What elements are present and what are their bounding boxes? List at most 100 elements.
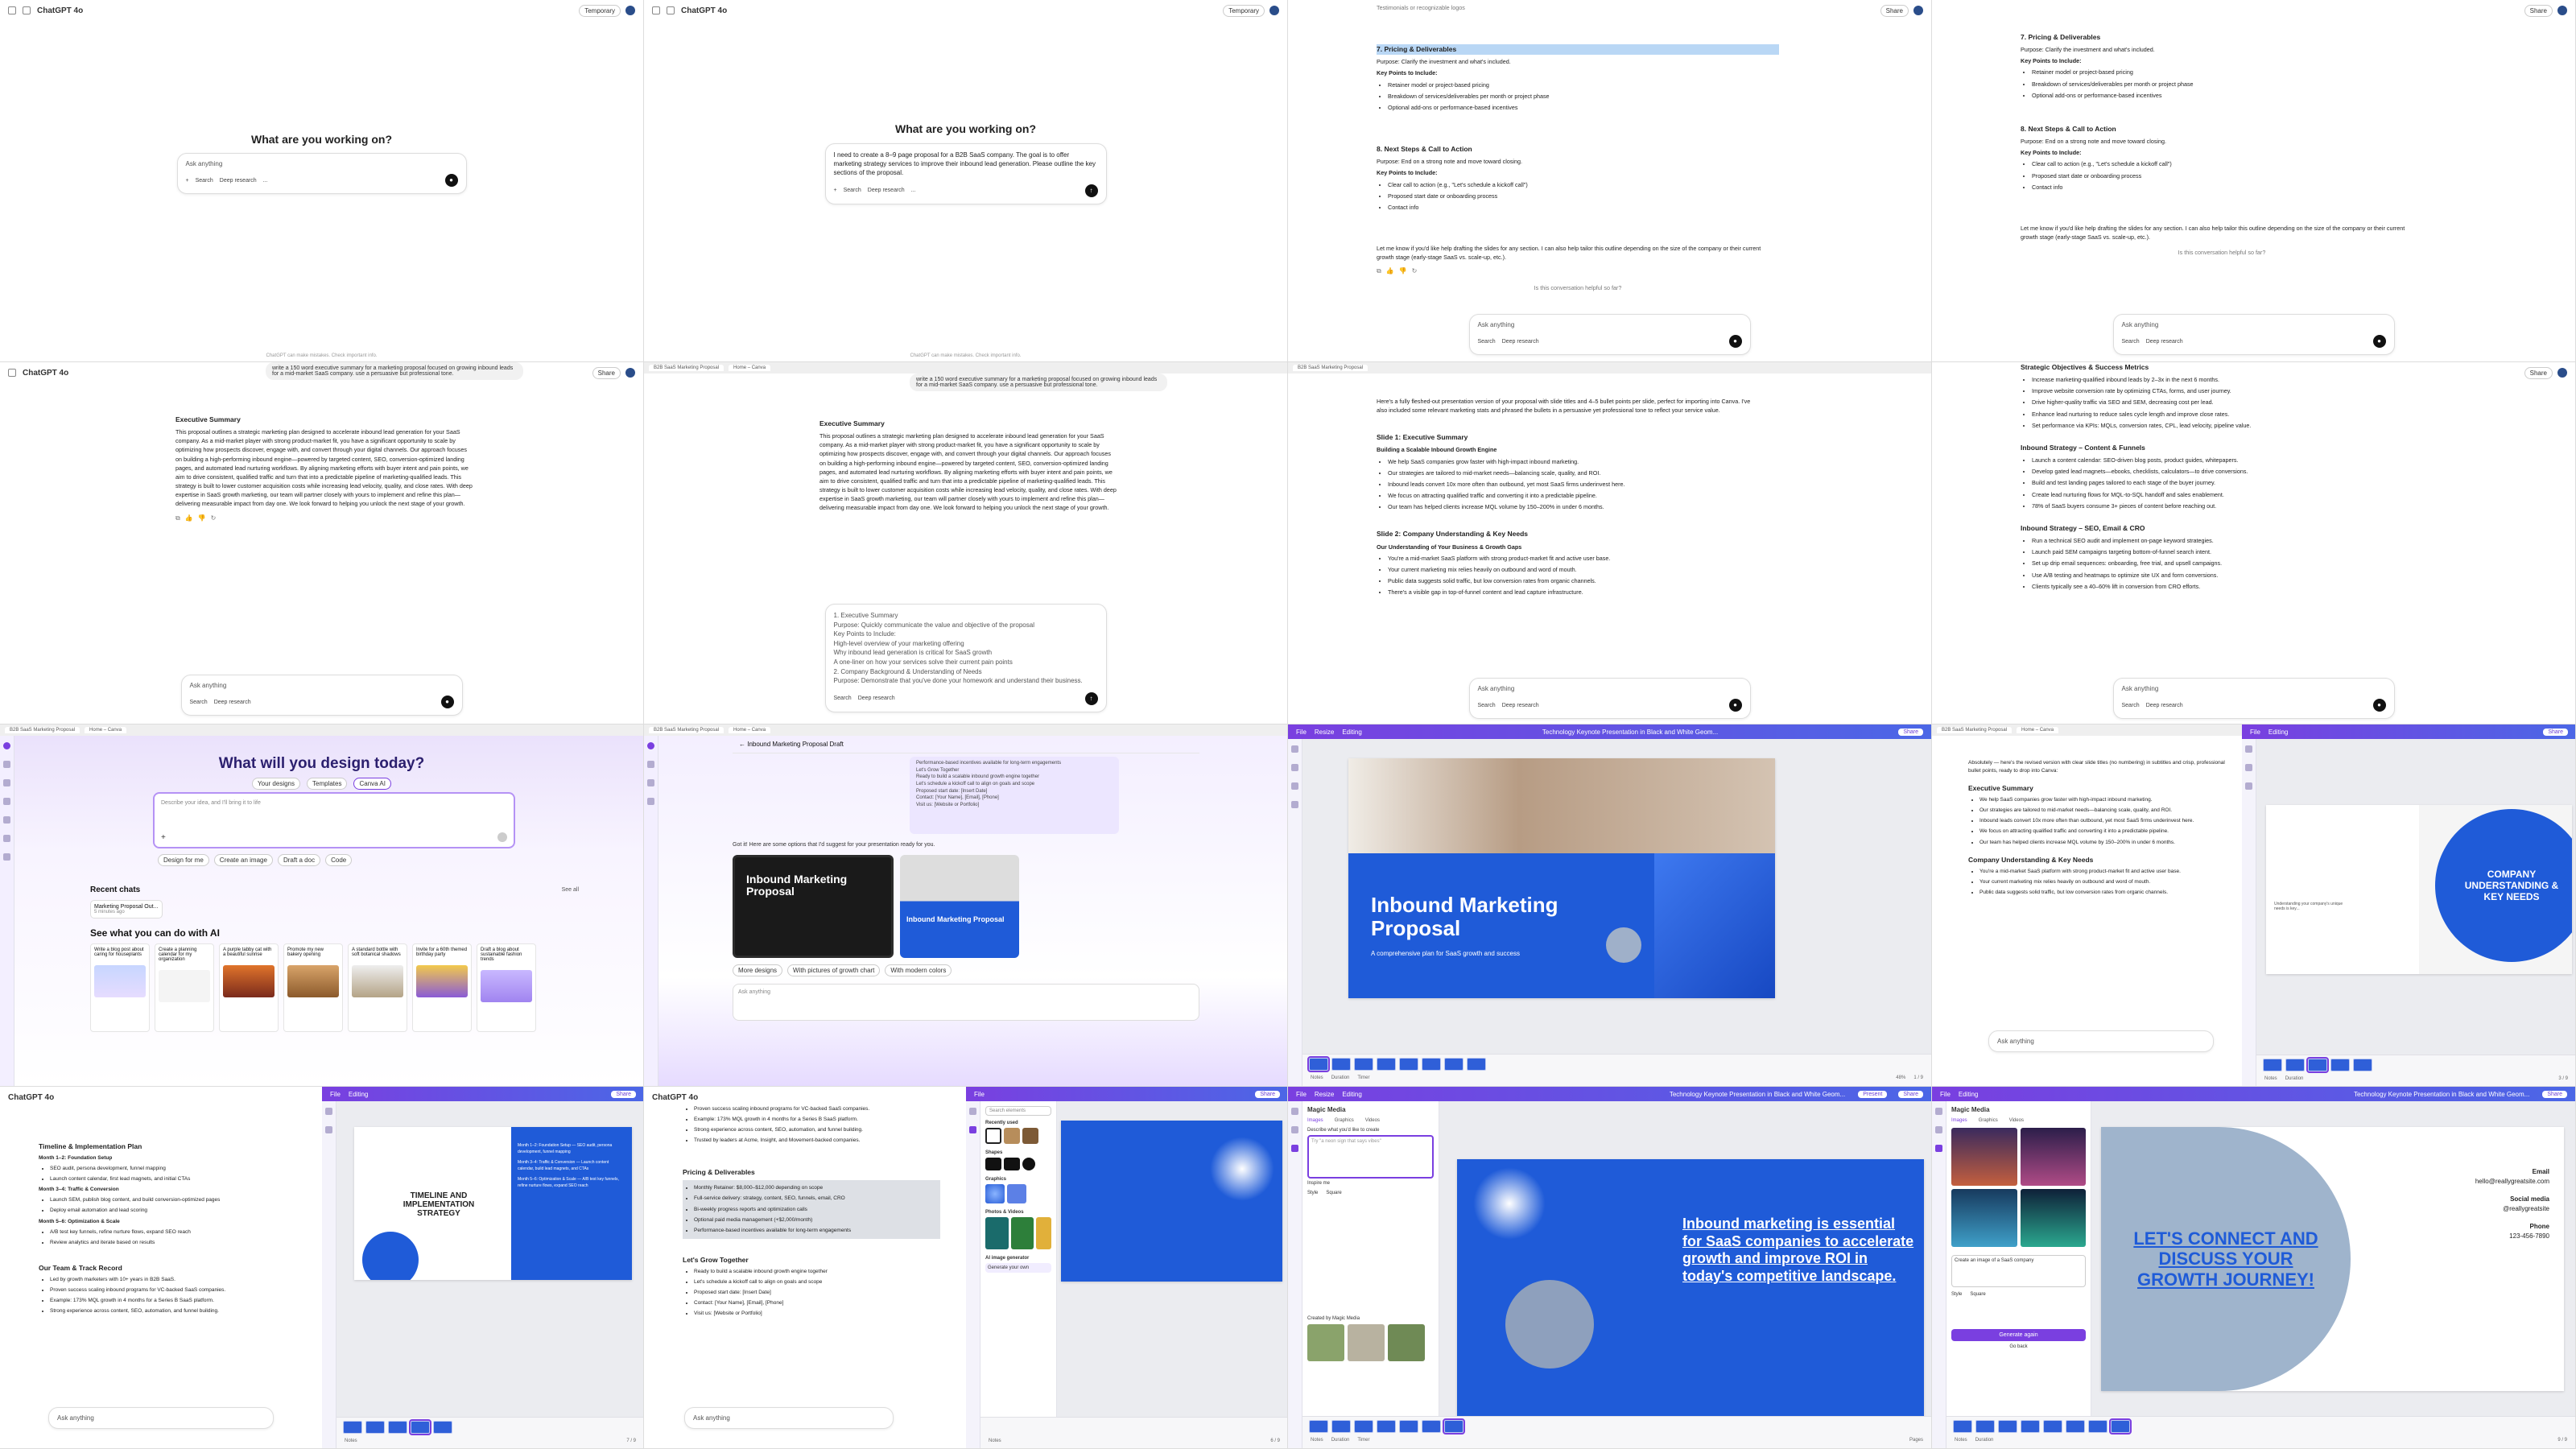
share-button[interactable]: Share — [2524, 366, 2553, 379]
style-select[interactable]: Style — [1951, 1292, 1962, 1297]
generate-again-button[interactable]: Generate again — [1951, 1329, 2086, 1341]
growth-chart-chip[interactable]: With pictures of growth chart — [787, 964, 881, 976]
style-select[interactable]: Style — [1307, 1191, 1318, 1195]
share-button[interactable]: Share — [1880, 4, 1909, 17]
more-tools-button[interactable]: ... — [911, 188, 916, 193]
chat-input[interactable]: I need to create a 8–9 page proposal for… — [834, 151, 1098, 178]
page-thumb[interactable] — [343, 1421, 362, 1434]
notes-button[interactable]: Notes — [989, 1439, 1001, 1443]
voice-icon[interactable]: ● — [2372, 699, 2386, 712]
deep-research-button[interactable]: Deep research — [214, 700, 251, 705]
chip-canva-ai[interactable]: Canva AI — [353, 778, 391, 790]
page-thumb[interactable] — [2088, 1420, 2107, 1433]
design-icon[interactable] — [1291, 745, 1298, 753]
tab-images[interactable]: Images — [1307, 1118, 1323, 1123]
page-counter[interactable]: 6 / 9 — [1270, 1439, 1280, 1443]
go-back-button[interactable]: Go back — [1951, 1344, 2086, 1349]
page-thumb[interactable] — [2285, 1059, 2305, 1071]
page-thumb[interactable] — [1998, 1420, 2017, 1433]
attach-icon[interactable]: + — [186, 178, 189, 184]
voice-icon[interactable]: ● — [2372, 335, 2386, 348]
suggestion-card[interactable]: Draft a blog about sustainable fashion t… — [477, 943, 536, 1032]
photo-item[interactable] — [985, 1217, 1009, 1249]
generated-image[interactable] — [1951, 1128, 2017, 1186]
elements-icon[interactable] — [325, 1126, 332, 1133]
chat-input-box[interactable]: Ask anything — [48, 1407, 274, 1429]
chip-your-designs[interactable]: Your designs — [252, 778, 301, 790]
chat-input-box[interactable]: Ask anything — [1988, 1030, 2214, 1052]
chat-input[interactable]: Ask anything — [1478, 321, 1742, 328]
projects-icon[interactable] — [647, 779, 654, 786]
generated-image[interactable] — [2020, 1189, 2086, 1247]
graphic-item[interactable] — [1007, 1184, 1026, 1203]
notes-button[interactable]: Notes — [1311, 1438, 1323, 1443]
canva-ai-input[interactable]: Ask anything — [733, 984, 1199, 1021]
page-thumb[interactable] — [1354, 1058, 1373, 1071]
recent-element[interactable] — [1004, 1128, 1020, 1144]
page-counter[interactable]: 3 / 9 — [2558, 1076, 2568, 1081]
chat-input-box[interactable]: I need to create a 8–9 page proposal for… — [824, 143, 1107, 204]
page-counter[interactable]: 9 / 9 — [2557, 1438, 2567, 1443]
sidebar-toggle-icon[interactable] — [8, 6, 16, 14]
new-chat-icon[interactable] — [667, 6, 675, 14]
search-button[interactable]: Search — [2122, 339, 2140, 345]
chat-input[interactable]: Ask anything — [57, 1414, 265, 1422]
share-button[interactable]: Share — [1898, 1090, 1923, 1098]
deep-research-button[interactable]: Deep research — [868, 188, 905, 193]
pages-label[interactable]: Pages — [1909, 1438, 1923, 1443]
magic-media-prompt[interactable]: Create an image of a SaaS company — [1951, 1255, 2086, 1287]
page-thumb[interactable] — [1444, 1058, 1463, 1071]
design-for-me-button[interactable]: Design for me — [158, 854, 209, 866]
slide-canvas[interactable]: Inbound marketing is essential for SaaS … — [1457, 1159, 1924, 1425]
search-button[interactable]: Search — [196, 178, 213, 184]
document-name[interactable]: Technology Keynote Presentation in Black… — [1670, 1091, 1845, 1098]
notes-button[interactable]: Notes — [1311, 1075, 1323, 1080]
voice-icon[interactable]: ● — [444, 174, 458, 187]
uploads-icon[interactable] — [1291, 801, 1298, 808]
page-thumb[interactable] — [1377, 1420, 1396, 1433]
thumbs-down-icon[interactable]: 👎 — [198, 514, 206, 523]
slide-title[interactable]: LET'S CONNECT AND DISCUSS YOUR GROWTH JO… — [2125, 1228, 2326, 1290]
page-thumb[interactable] — [1309, 1420, 1328, 1433]
tab-proposal[interactable]: B2B SaaS Marketing Proposal — [5, 727, 80, 733]
slide-canvas[interactable]: LET'S CONNECT AND DISCUSS YOUR GROWTH JO… — [2101, 1127, 2564, 1391]
page-thumb[interactable] — [2330, 1059, 2350, 1071]
chip-templates[interactable]: Templates — [307, 778, 348, 790]
slide-statement[interactable]: Inbound marketing is essential for SaaS … — [1682, 1216, 1916, 1285]
deep-research-button[interactable]: Deep research — [858, 695, 895, 703]
slide-subtitle[interactable]: A comprehensive plan for SaaS growth and… — [1371, 950, 1520, 957]
menu-editing[interactable]: Editing — [1342, 729, 1361, 736]
share-button[interactable]: Share — [2524, 4, 2553, 17]
tab-proposal[interactable]: B2B SaaS Marketing Proposal — [1293, 365, 1368, 371]
page-thumb[interactable] — [409, 1419, 431, 1435]
regenerate-icon[interactable]: ↻ — [1412, 266, 1418, 276]
slide-title[interactable]: COMPANY UNDERSTANDING & KEY NEEDS — [2459, 869, 2564, 902]
model-selector[interactable]: ChatGPT 4o — [37, 6, 83, 15]
page-thumb[interactable] — [1422, 1058, 1441, 1071]
avatar[interactable] — [1269, 6, 1279, 15]
duration-button[interactable]: Duration — [2285, 1076, 2304, 1081]
page-thumb[interactable] — [1953, 1420, 1972, 1433]
avatar[interactable] — [2557, 368, 2567, 378]
send-button[interactable]: ↑ — [1084, 184, 1098, 197]
page-thumb[interactable] — [1399, 1420, 1418, 1433]
aspect-select[interactable]: Square — [1326, 1191, 1341, 1195]
model-selector[interactable]: ChatGPT 4o — [23, 369, 68, 378]
chat-input-box[interactable]: Ask anything Search Deep research ● — [180, 675, 463, 716]
duration-button[interactable]: Duration — [1331, 1438, 1350, 1443]
voice-icon[interactable]: ● — [440, 696, 454, 708]
elements-icon[interactable] — [2245, 764, 2252, 771]
create-icon[interactable] — [3, 742, 10, 749]
generated-image[interactable] — [1951, 1189, 2017, 1247]
page-thumb[interactable] — [388, 1421, 407, 1434]
shape-circle[interactable] — [1022, 1158, 1035, 1170]
generated-image[interactable] — [1348, 1324, 1385, 1361]
document-name[interactable]: Technology Keynote Presentation in Black… — [1542, 729, 1718, 736]
search-button[interactable]: Search — [1478, 339, 1496, 345]
photo-item[interactable] — [1036, 1217, 1051, 1249]
design-option-2[interactable]: Inbound Marketing Proposal — [900, 855, 1019, 958]
elements-search[interactable]: Search elements — [985, 1106, 1051, 1116]
page-thumb[interactable] — [2021, 1420, 2040, 1433]
menu-resize[interactable]: Resize — [1315, 729, 1334, 736]
slide-title[interactable]: TIMELINE AND IMPLEMENTATION STRATEGY — [386, 1191, 491, 1218]
